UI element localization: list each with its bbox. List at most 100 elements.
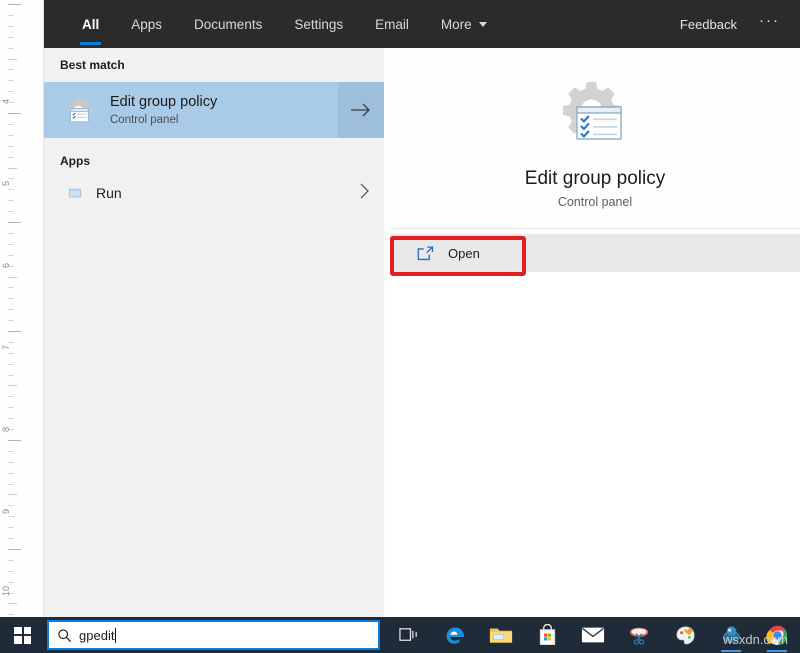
ruler-tick xyxy=(8,80,14,81)
tab-documents[interactable]: Documents xyxy=(178,0,278,48)
ruler-tick xyxy=(8,484,14,485)
ruler-tick xyxy=(8,342,14,343)
search-input-value: gpedit xyxy=(79,628,116,643)
ruler-label: 8 xyxy=(1,427,11,432)
preview-title: Edit group policy xyxy=(525,168,665,190)
ruler-tick xyxy=(8,538,14,539)
open-action-button[interactable]: Open xyxy=(390,234,800,272)
ruler-tick xyxy=(8,287,14,288)
start-button[interactable] xyxy=(0,617,45,653)
ruler-tick xyxy=(8,255,14,256)
ruler-tick xyxy=(8,353,14,354)
ruler-tick xyxy=(8,37,14,38)
ruler-tick xyxy=(8,146,14,147)
ruler-tick xyxy=(8,440,21,441)
header-right-actions: Feedback ··· xyxy=(680,0,786,48)
search-text: gpedit xyxy=(79,628,114,643)
best-match-subtitle: Control panel xyxy=(110,112,217,128)
ruler-label: 9 xyxy=(1,509,11,514)
tab-email[interactable]: Email xyxy=(359,0,425,48)
ruler-tick xyxy=(8,320,14,321)
preview-card: Edit group policy Control panel xyxy=(390,54,800,229)
tab-label: Settings xyxy=(294,17,343,32)
ruler-tick xyxy=(8,396,14,397)
ruler-tick xyxy=(8,26,14,27)
ruler-tick xyxy=(8,407,14,408)
tab-label: More xyxy=(441,17,472,32)
arrow-right-icon xyxy=(350,102,372,118)
task-view-icon[interactable] xyxy=(386,617,432,653)
ruler-tick xyxy=(8,364,14,365)
ruler-tick xyxy=(8,233,14,234)
group-policy-icon xyxy=(56,82,100,138)
group-policy-icon xyxy=(555,78,635,152)
ruler-tick xyxy=(8,211,14,212)
tab-settings[interactable]: Settings xyxy=(278,0,359,48)
open-action-label: Open xyxy=(448,246,480,261)
ruler-tick xyxy=(8,385,17,386)
results-pane: Best match xyxy=(44,48,384,617)
ruler-tick xyxy=(8,582,14,583)
list-item-run[interactable]: Run xyxy=(44,174,384,212)
search-icon xyxy=(49,628,79,643)
taskbar: gpedit xyxy=(0,617,800,653)
mail-icon[interactable] xyxy=(570,617,616,653)
ruler-tick xyxy=(8,309,14,310)
ruler-tick xyxy=(8,244,14,245)
snipping-tool-icon[interactable] xyxy=(616,617,662,653)
ruler-tick xyxy=(8,4,21,5)
tab-all[interactable]: All xyxy=(66,0,115,48)
ruler-tick xyxy=(8,298,14,299)
ruler-tick xyxy=(8,200,14,201)
tab-label: All xyxy=(82,17,99,32)
tab-label: Documents xyxy=(194,17,262,32)
tab-label: Apps xyxy=(131,17,162,32)
vertical-ruler: 45678910 xyxy=(0,0,44,617)
ruler-ticks xyxy=(0,0,44,617)
ruler-tick xyxy=(8,59,17,60)
ruler-tick xyxy=(8,331,21,332)
ruler-tick xyxy=(8,571,14,572)
ruler-tick xyxy=(8,91,14,92)
ruler-tick xyxy=(8,178,14,179)
tab-apps[interactable]: Apps xyxy=(115,0,178,48)
taskbar-icons xyxy=(386,617,800,653)
ruler-tick xyxy=(8,222,21,223)
ruler-tick xyxy=(8,451,14,452)
ruler-label: 5 xyxy=(1,181,11,186)
tab-more[interactable]: More xyxy=(425,0,503,48)
ruler-tick xyxy=(8,168,17,169)
ruler-tick xyxy=(8,614,14,615)
ruler-tick xyxy=(8,375,14,376)
best-match-result[interactable]: Edit group policy Control panel xyxy=(44,82,384,138)
ruler-tick xyxy=(8,560,14,561)
ruler-tick xyxy=(8,15,14,16)
search-input[interactable]: gpedit xyxy=(47,620,380,650)
ruler-tick xyxy=(8,277,17,278)
ruler-tick xyxy=(8,69,14,70)
best-match-expand-button[interactable] xyxy=(338,82,384,138)
best-match-section-label: Best match xyxy=(44,48,384,78)
paint-icon[interactable] xyxy=(662,617,708,653)
file-explorer-icon[interactable] xyxy=(478,617,524,653)
chrome-icon[interactable] xyxy=(754,617,800,653)
ruler-tick xyxy=(8,494,17,495)
feedback-button[interactable]: Feedback xyxy=(680,17,737,32)
overflow-menu-button[interactable]: ··· xyxy=(759,12,786,37)
ruler-tick xyxy=(8,473,14,474)
ruler-tick xyxy=(8,124,14,125)
ruler-label: 4 xyxy=(1,99,11,104)
app-blue-icon[interactable] xyxy=(708,617,754,653)
microsoft-store-icon[interactable] xyxy=(524,617,570,653)
tab-label: Email xyxy=(375,17,409,32)
open-external-icon xyxy=(412,246,438,261)
best-match-text: Edit group policy Control panel xyxy=(110,93,217,128)
windows-logo-icon xyxy=(14,627,31,644)
ruler-label: 6 xyxy=(1,263,11,268)
chevron-right-icon[interactable] xyxy=(359,182,370,205)
ruler-tick xyxy=(8,113,21,114)
ruler-tick xyxy=(8,48,14,49)
ruler-tick xyxy=(8,505,14,506)
edge-icon[interactable] xyxy=(432,617,478,653)
ruler-tick xyxy=(8,549,21,550)
